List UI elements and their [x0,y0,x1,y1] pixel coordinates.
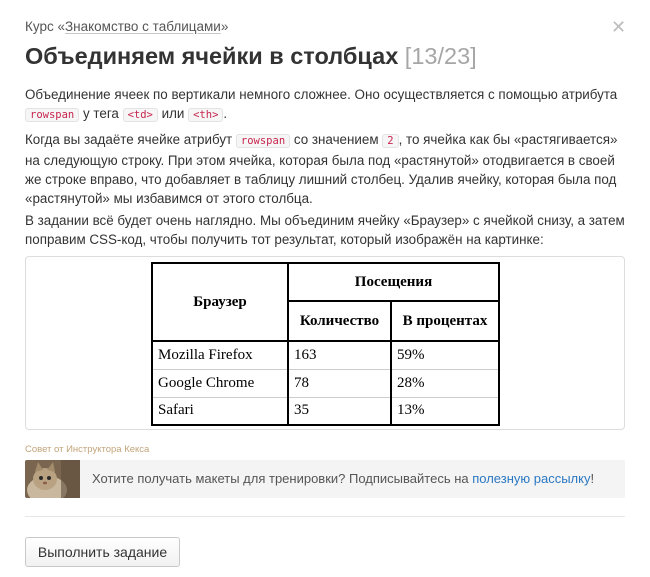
cell-percent: 59% [390,340,500,370]
newsletter-link[interactable]: полезную рассылку [472,471,590,486]
code-rowspan: rowspan [235,134,291,148]
header-browser: Браузер [151,262,289,342]
progress-counter: [13/23] [404,43,477,69]
code-td: <td> [122,108,158,122]
cell-percent: 28% [390,368,500,398]
paragraph-2: Когда вы задаёте ячейке атрибут rowspan … [25,132,618,206]
close-icon[interactable]: ✕ [611,18,626,38]
cell-count: 163 [287,340,392,370]
course-link[interactable]: Знакомство с таблицами [65,19,221,34]
divider [25,516,625,517]
cell-count: 78 [287,368,392,398]
result-figure: Браузер Посещения Количество В процентах… [25,256,625,430]
tip-text: Хотите получать макеты для тренировки? П… [92,471,595,486]
paragraph-1: Объединение ячеек по вертикали немного с… [25,87,618,122]
cat-avatar [25,460,80,498]
code-th: <th> [188,108,224,122]
tip-box: Хотите получать макеты для тренировки? П… [25,460,625,498]
breadcrumb: Курс «Знакомство с таблицами» [25,19,229,34]
table-row: Google Chrome 78 28% [151,368,500,398]
cell-browser: Mozilla Firefox [151,340,289,370]
cell-percent: 13% [390,396,500,426]
tip-title: Совет от Инструктора Кекса [25,444,150,455]
table-row: Safari 35 13% [151,396,500,426]
demo-table: Браузер Посещения Количество В процентах… [151,262,500,426]
code-value: 2 [382,134,399,148]
table-row: Mozilla Firefox 163 59% [151,340,500,370]
header-visits: Посещения [287,262,500,303]
code-rowspan: rowspan [25,108,80,122]
cell-browser: Google Chrome [151,368,289,398]
header-percent: В процентах [390,300,500,342]
page-title: Объединяем ячейки в столбцах [13/23] [25,43,477,69]
cell-count: 35 [287,396,392,426]
cell-browser: Safari [151,396,289,426]
submit-task-button[interactable]: Выполнить задание [25,537,180,567]
header-count: Количество [287,300,392,342]
paragraph-3: В задании всё будет очень наглядно. Мы о… [25,213,625,247]
